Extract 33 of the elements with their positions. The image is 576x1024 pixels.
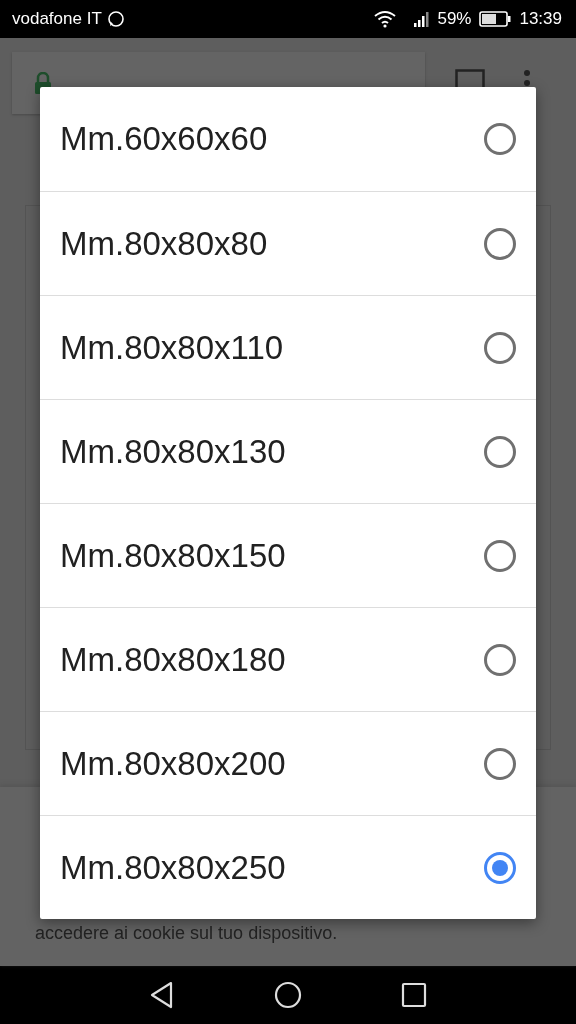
radio-button[interactable] [484, 331, 516, 364]
radio-button[interactable] [484, 123, 516, 155]
radio-button[interactable] [484, 435, 516, 468]
option-row[interactable]: Mm.80x80x250 [40, 815, 536, 919]
option-row[interactable]: Mm.60x60x60 [40, 87, 536, 191]
cookie-notice-text: accedere ai cookie sul tuo dispositivo. [35, 922, 338, 944]
radio-button[interactable] [484, 643, 516, 676]
carrier-name: vodafone IT [12, 9, 102, 29]
home-icon[interactable] [274, 981, 302, 1009]
wifi-icon [373, 10, 398, 28]
option-row[interactable]: Mm.80x80x180 [40, 607, 536, 711]
chat-bubble-icon [106, 10, 125, 28]
option-row[interactable]: Mm.80x80x80 [40, 191, 536, 295]
radio-button[interactable] [484, 227, 516, 260]
option-label: Mm.80x80x250 [60, 848, 287, 887]
option-label: Mm.80x80x200 [60, 744, 287, 783]
option-row[interactable]: Mm.80x80x200 [40, 711, 536, 815]
battery-percent: 59% [437, 9, 472, 29]
option-row[interactable]: Mm.80x80x150 [40, 503, 536, 607]
radio-button[interactable] [484, 539, 516, 572]
option-row[interactable]: Mm.80x80x110 [40, 295, 536, 399]
option-label: Mm.80x80x150 [60, 536, 287, 575]
option-label: Mm.80x80x180 [60, 640, 287, 679]
option-label: Mm.60x60x60 [60, 120, 269, 158]
option-row[interactable]: Mm.80x80x130 [40, 399, 536, 503]
radio-button[interactable] [484, 747, 516, 780]
option-label: Mm.80x80x130 [60, 432, 287, 471]
option-label: Mm.80x80x80 [60, 224, 269, 263]
radio-button[interactable] [484, 851, 516, 884]
clock: 13:39 [519, 9, 562, 29]
option-label: Mm.80x80x110 [60, 328, 285, 367]
recent-apps-icon[interactable] [400, 982, 427, 1008]
battery-icon [479, 11, 512, 27]
